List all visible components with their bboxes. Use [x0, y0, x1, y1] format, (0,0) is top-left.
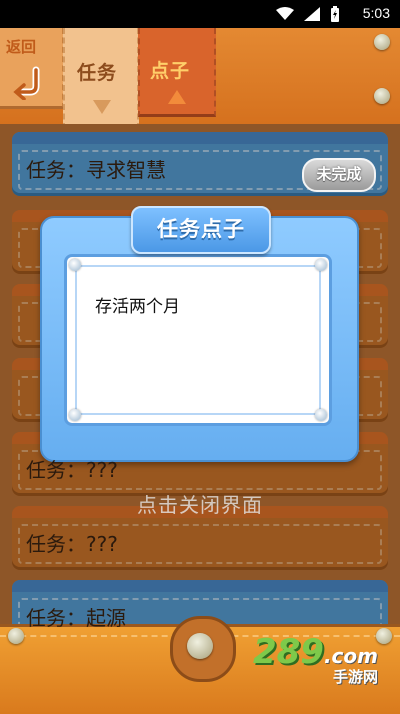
rivet-icon	[8, 628, 24, 644]
status-bar: 5:03	[0, 0, 400, 28]
tab-task-indicator-icon	[93, 100, 111, 114]
rivet-icon	[69, 409, 81, 421]
watermark-domain: .com	[323, 644, 378, 668]
dialog-content: 存活两个月	[64, 254, 332, 426]
battery-icon	[331, 6, 339, 22]
signal-icon	[304, 7, 320, 21]
rivet-icon	[187, 633, 213, 659]
status-time: 5:03	[362, 5, 390, 21]
task-label: 任务：???	[26, 458, 118, 482]
knob-button[interactable]	[170, 616, 236, 682]
rivet-icon	[315, 409, 327, 421]
tab-idea-indicator-icon	[168, 90, 186, 104]
tab-idea[interactable]: 点子	[138, 28, 216, 117]
back-arrow-icon	[13, 66, 40, 100]
status-badge: 未完成	[302, 158, 376, 192]
task-label: 任务：起源	[26, 606, 126, 630]
back-button[interactable]: 返回	[0, 28, 65, 109]
status-icons	[276, 6, 340, 22]
task-label: 任务：寻求智慧	[26, 158, 166, 182]
wifi-icon	[276, 7, 294, 20]
task-label: 任务：???	[26, 532, 118, 556]
rivet-icon	[374, 34, 390, 50]
tab-idea-label: 点子	[150, 60, 191, 82]
rivet-icon	[376, 628, 392, 644]
dialog-text: 存活两个月	[95, 297, 180, 317]
watermark-logo: 289.com 手游网	[253, 632, 378, 687]
tab-task[interactable]: 任务	[63, 28, 139, 129]
back-label: 返回	[6, 38, 37, 56]
dialog-frame	[75, 265, 321, 415]
tab-task-label: 任务	[77, 62, 118, 84]
rivet-icon	[315, 259, 327, 271]
rivet-icon	[69, 259, 81, 271]
rivet-icon	[374, 88, 390, 104]
dialog-title: 任务点子	[131, 206, 271, 254]
watermark-number: 289	[252, 632, 324, 672]
close-hint[interactable]: 点击关闭界面	[0, 489, 400, 518]
